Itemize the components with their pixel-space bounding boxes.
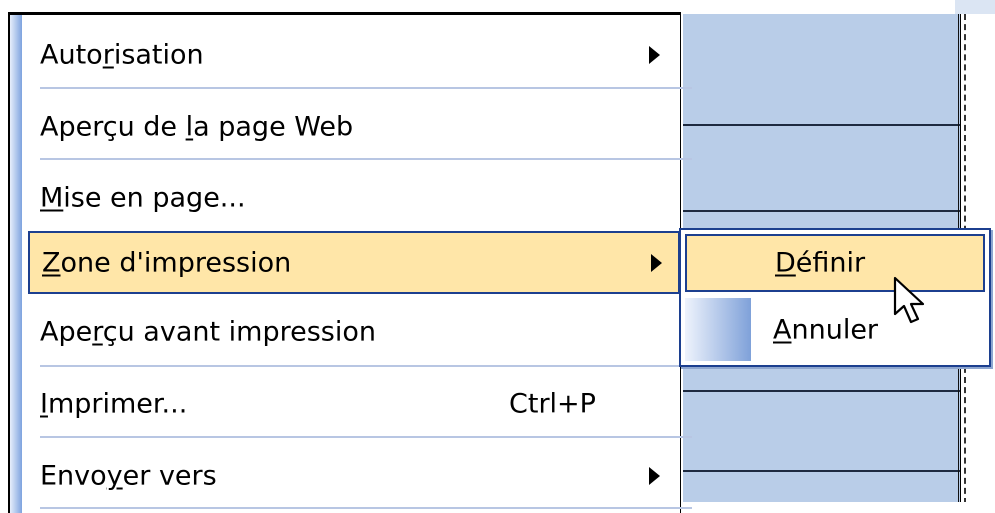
menu-item-envoyer-vers[interactable]: Envoyer vers — [28, 444, 680, 507]
submenu-item-label: Annuler — [773, 314, 879, 346]
menu-separator — [40, 87, 692, 89]
menu-separator — [40, 436, 692, 438]
zone-impression-submenu: Définir Annuler — [679, 228, 991, 367]
menu-item-label: Envoyer vers — [40, 460, 217, 491]
submenu-item-annuler[interactable]: Annuler — [685, 301, 985, 359]
menu-item-label: Imprimer... — [40, 388, 188, 419]
menu-item-label: Autorisation — [40, 39, 204, 70]
sheet-top-strip-light — [955, 0, 995, 14]
menu-separator — [40, 507, 692, 509]
sheet-row-line — [683, 124, 960, 126]
menu-item-zone-impression[interactable]: Zone d'impression — [28, 231, 680, 294]
submenu-item-label: Définir — [775, 247, 866, 279]
sheet-row-line — [683, 210, 960, 212]
submenu-arrow-icon — [651, 253, 662, 272]
menu-item-label: Aperçu de la page Web — [40, 111, 354, 142]
menu-item-label: Mise en page... — [40, 182, 246, 213]
shortcut-label: Ctrl+P — [509, 388, 596, 419]
menu-item-apercu-avant-impression[interactable]: Aperçu avant impression — [28, 300, 680, 363]
menu-icon-gutter — [10, 15, 22, 513]
sheet-row-line — [683, 470, 960, 472]
file-menu: Autorisation Aperçu de la page Web Mise … — [8, 12, 692, 513]
menu-item-imprimer[interactable]: Imprimer... Ctrl+P — [28, 372, 680, 435]
sheet-bottom-area — [683, 502, 968, 513]
submenu-arrow-icon — [649, 466, 660, 485]
menu-item-apercu-page-web[interactable]: Aperçu de la page Web — [28, 95, 680, 158]
menu-item-label: Aperçu avant impression — [40, 316, 376, 347]
menu-separator — [40, 158, 692, 160]
menu-item-mise-en-page[interactable]: Mise en page... — [28, 166, 680, 229]
menu-separator — [40, 365, 692, 367]
menu-item-label: Zone d'impression — [42, 247, 292, 278]
submenu-arrow-icon — [649, 45, 660, 64]
sheet-row-line — [683, 390, 960, 392]
sheet-top-strip — [683, 0, 995, 14]
menu-item-autorisation[interactable]: Autorisation — [28, 23, 680, 86]
mouse-pointer-icon — [893, 276, 925, 324]
submenu-item-definir[interactable]: Définir — [685, 234, 985, 292]
